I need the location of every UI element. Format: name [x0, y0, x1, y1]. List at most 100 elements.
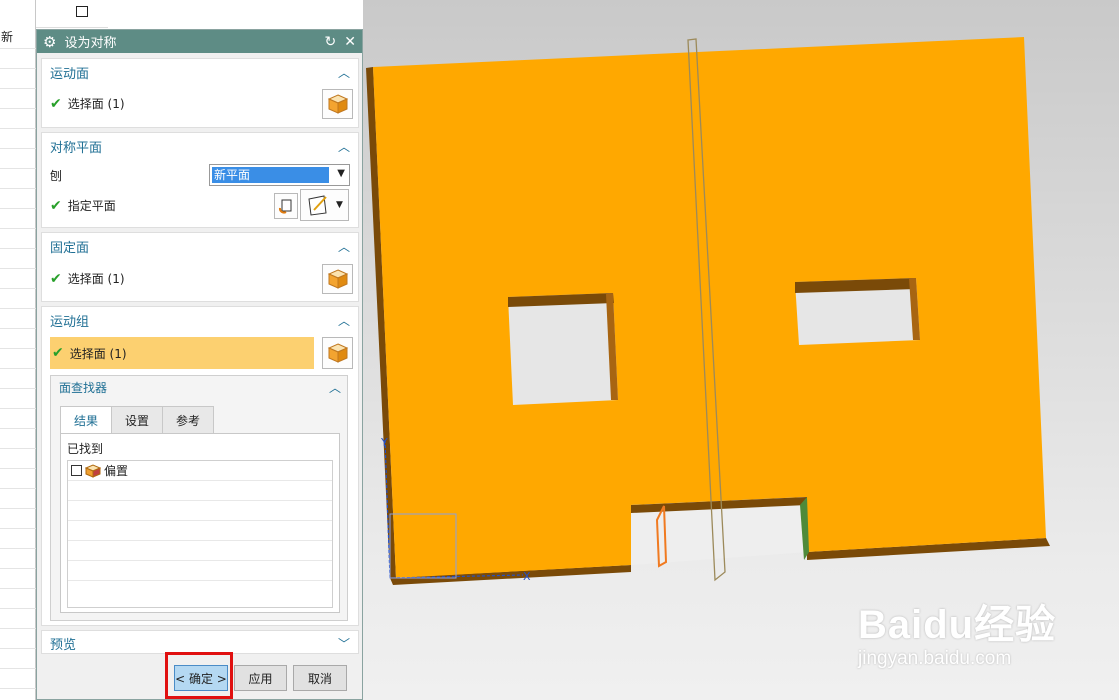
face-finder-header[interactable]: 面查找器 ︿: [51, 376, 347, 398]
list-item: [68, 581, 332, 601]
chevron-down-icon[interactable]: ﹀: [338, 635, 350, 652]
group-header[interactable]: 对称平面 ︿: [42, 133, 358, 159]
select-face-label: 选择面 (1): [69, 346, 127, 361]
group-preview: 预览 ﹀: [41, 630, 359, 654]
face-cube-icon: [327, 343, 348, 363]
left-panel-row-line: [0, 588, 36, 589]
select-face-row[interactable]: ✔ 选择面 (1): [50, 95, 125, 112]
left-panel-row-line: [0, 348, 36, 349]
left-panel-row-line: [0, 288, 36, 289]
left-panel-row-line: [0, 88, 36, 89]
dialog-title: 设为对称: [64, 36, 117, 51]
watermark: Baidu经验 jingyan.baidu.com: [858, 592, 1056, 670]
left-panel-row-line: [0, 188, 36, 189]
group-header[interactable]: 固定面 ︿: [42, 233, 358, 259]
left-panel-header: 新: [1, 30, 14, 44]
left-panel-row-line: [0, 568, 36, 569]
face-cube-icon: [327, 269, 348, 289]
plane-dialog-button[interactable]: ▼: [300, 189, 349, 221]
left-panel-row-line: [0, 548, 36, 549]
reverse-plane-icon: [278, 199, 292, 214]
hole-left: [508, 293, 618, 405]
left-panel-row-line: [0, 368, 36, 369]
reverse-direction-button[interactable]: [274, 193, 298, 219]
chevron-up-icon[interactable]: ︿: [329, 379, 341, 396]
offset-face-icon: [85, 463, 101, 478]
item-checkbox[interactable]: [71, 465, 82, 476]
plane-type-value: 新平面: [212, 167, 329, 183]
left-panel-row-line: [0, 648, 36, 649]
ok-button-highlight: [165, 652, 233, 699]
left-panel-row-line: [0, 68, 36, 69]
tab-settings[interactable]: 设置: [111, 406, 164, 434]
plane-type-select[interactable]: 新平面 ▼: [209, 164, 350, 186]
face-finder-title: 面查找器: [59, 380, 108, 395]
group-header[interactable]: 运动面 ︿: [42, 59, 358, 85]
select-face-label: 选择面 (1): [67, 272, 125, 286]
group-title: 运动面: [50, 66, 90, 82]
left-panel-row-line: [0, 148, 36, 149]
left-panel-row-line: [0, 628, 36, 629]
svg-text:Y: Y: [380, 436, 388, 449]
dialog-titlebar[interactable]: ⚙ 设为对称 ↻ ✕: [37, 30, 362, 53]
group-fixed-face: 固定面 ︿ ✔ 选择面 (1): [41, 232, 359, 302]
left-panel-row-line: [0, 48, 36, 49]
select-face-row[interactable]: ✔ 选择面 (1): [50, 337, 314, 369]
left-panel-row-line: [0, 328, 36, 329]
left-panel-row-line: [0, 608, 36, 609]
left-panel-row-line: [0, 528, 36, 529]
cancel-button[interactable]: 取消: [293, 665, 347, 691]
select-face-label: 选择面 (1): [67, 97, 125, 111]
found-list[interactable]: 偏置: [67, 460, 333, 608]
close-icon[interactable]: ✕: [344, 34, 356, 50]
select-face-row[interactable]: ✔ 选择面 (1): [50, 270, 125, 287]
datum-plane-icon: [308, 195, 327, 216]
left-panel-row-line: [0, 388, 36, 389]
list-item: [68, 541, 332, 561]
select-face-button[interactable]: [322, 264, 353, 294]
tab-results[interactable]: 结果: [60, 406, 113, 434]
graphics-viewport[interactable]: Y X Baidu经验 jingyan.baidu.com: [363, 0, 1119, 700]
specify-plane-row[interactable]: ✔ 指定平面: [50, 197, 116, 214]
group-header[interactable]: 运动组 ︿: [42, 307, 358, 333]
chevron-up-icon[interactable]: ︿: [338, 64, 350, 81]
chevron-up-icon[interactable]: ︿: [338, 238, 350, 255]
list-item[interactable]: 偏置: [68, 461, 332, 481]
left-panel-row-line: [0, 248, 36, 249]
left-panel-row-line: [0, 408, 36, 409]
face-finder-tabs: 结果 设置 参考: [60, 406, 215, 434]
check-icon: ✔: [50, 197, 62, 214]
left-panel-row-line: [0, 308, 36, 309]
gear-icon[interactable]: ⚙: [43, 33, 56, 51]
maximize-icon[interactable]: [76, 6, 88, 17]
group-motion-face: 运动面 ︿ ✔ 选择面 (1): [41, 58, 359, 128]
apply-button[interactable]: 应用: [234, 665, 287, 691]
watermark-url: jingyan.baidu.com: [858, 648, 1012, 669]
reset-icon[interactable]: ↻: [325, 34, 337, 50]
chevron-up-icon[interactable]: ︿: [338, 138, 350, 155]
left-panel-row-line: [0, 228, 36, 229]
item-label: 偏置: [104, 464, 129, 478]
left-panel: 新: [0, 0, 36, 700]
select-face-button[interactable]: [322, 89, 353, 119]
check-icon: ✔: [50, 270, 62, 287]
tab-reference[interactable]: 参考: [162, 406, 215, 434]
svg-text:X: X: [523, 570, 531, 583]
dropdown-arrow-icon[interactable]: ▼: [337, 168, 345, 179]
create-label: 刨: [50, 169, 63, 183]
check-icon: ✔: [52, 345, 64, 361]
found-label: 已找到: [67, 442, 104, 456]
specify-plane-label: 指定平面: [67, 199, 116, 213]
face-finder-group: 面查找器 ︿ 结果 设置 参考 已找到 偏置: [50, 375, 348, 621]
chevron-up-icon[interactable]: ︿: [338, 312, 350, 329]
part-top-face: [373, 37, 1046, 578]
dropdown-arrow-icon[interactable]: ▼: [336, 200, 343, 210]
left-panel-row-line: [0, 468, 36, 469]
select-face-button[interactable]: [322, 337, 353, 369]
check-icon: ✔: [50, 95, 62, 112]
list-item: [68, 521, 332, 541]
left-panel-row-line: [0, 688, 36, 689]
left-panel-row-line: [0, 268, 36, 269]
group-title: 运动组: [50, 314, 90, 330]
make-symmetric-dialog: ⚙ 设为对称 ↻ ✕ 运动面 ︿ ✔ 选择面 (1) 对称平面 ︿ 刨 新平面 …: [36, 29, 363, 700]
